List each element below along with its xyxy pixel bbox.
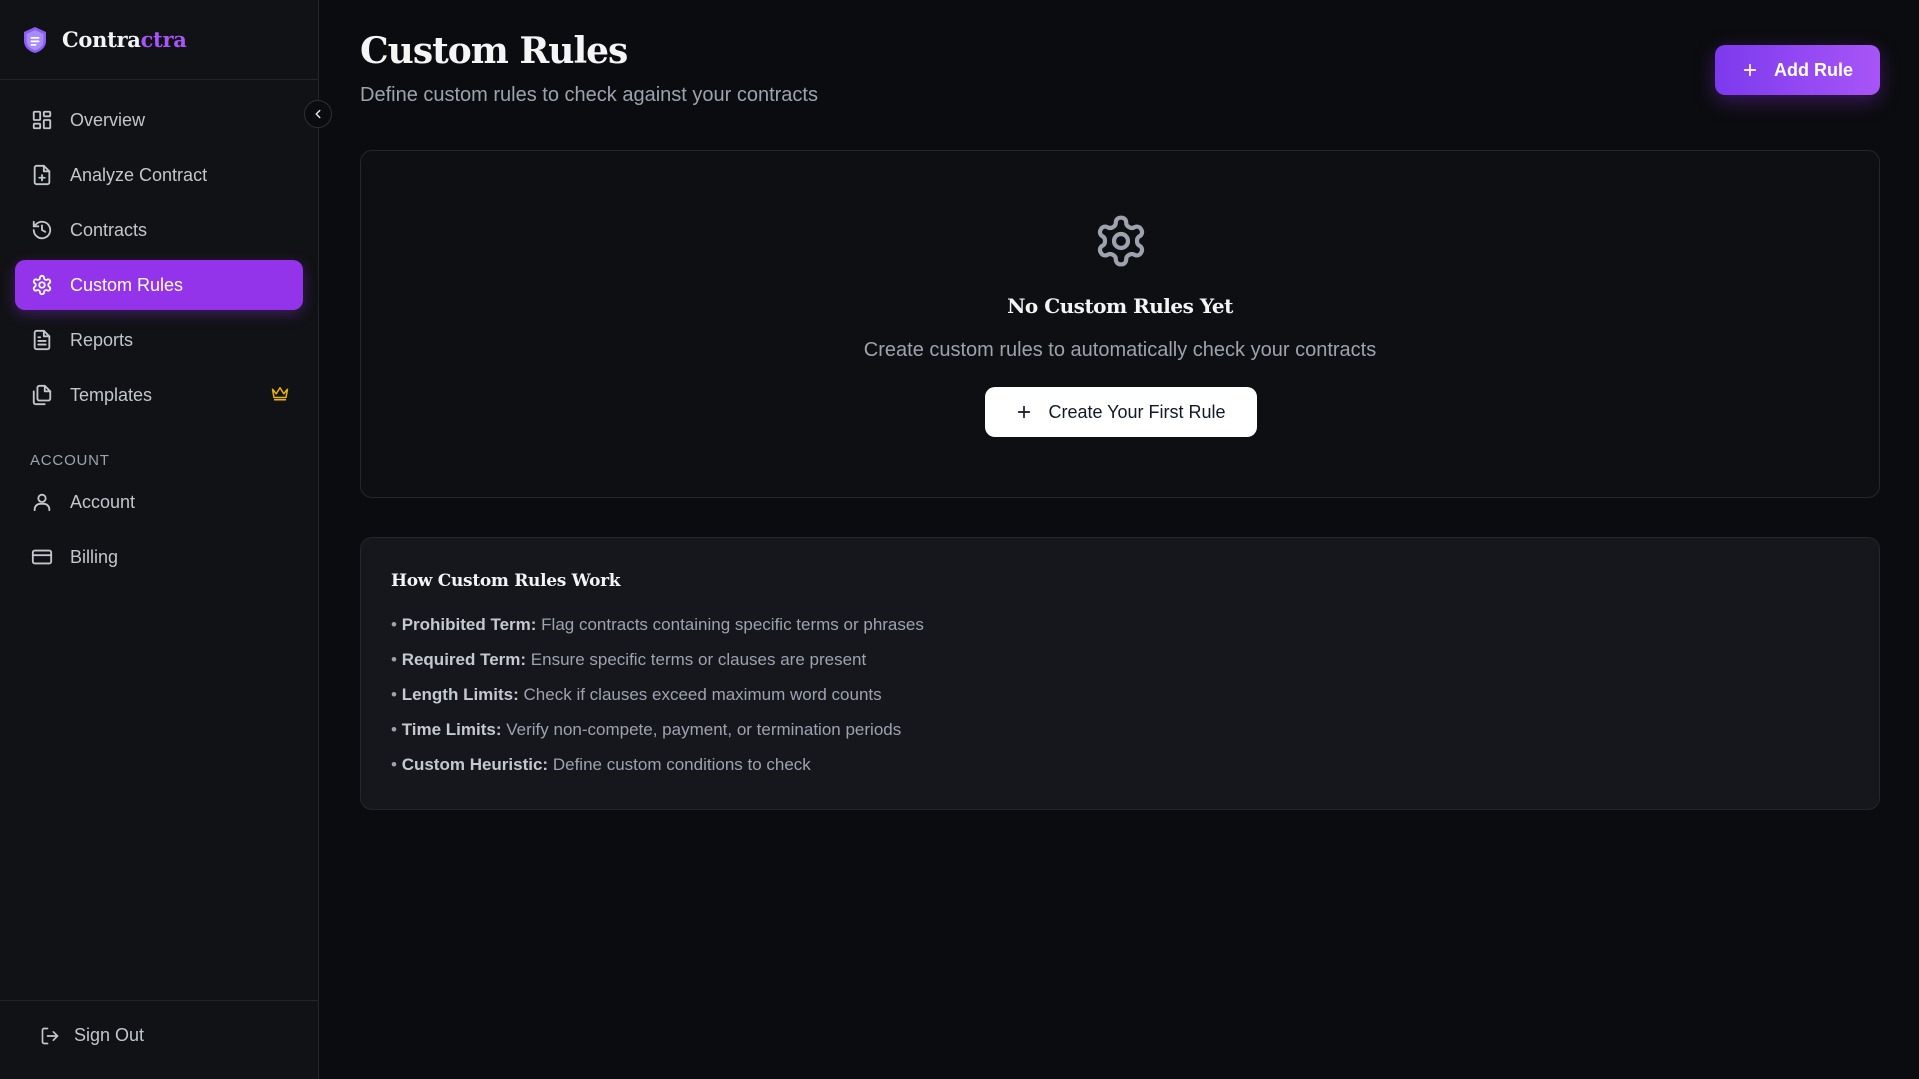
plus-icon — [1742, 62, 1758, 78]
file-plus-icon — [30, 163, 54, 187]
info-title: How Custom Rules Work — [391, 571, 621, 591]
rule-types-list: • Prohibited Term: Flag contracts contai… — [391, 614, 924, 789]
log-out-icon — [40, 1026, 60, 1046]
list-item: • Custom Heuristic: Define custom condit… — [391, 755, 811, 774]
sidebar-item-templates[interactable]: Templates — [15, 370, 303, 420]
sidebar-item-label: Custom Rules — [70, 274, 184, 295]
crown-icon — [271, 385, 289, 406]
sidebar-item-contracts[interactable]: Contracts — [15, 205, 303, 255]
how-rules-work-card: How Custom Rules Work • Prohibited Term:… — [360, 537, 1880, 810]
create-first-rule-button[interactable]: Create Your First Rule — [985, 387, 1257, 437]
rule-type-description: Ensure specific terms or clauses are pre… — [530, 650, 867, 669]
sidebar: Contractra Overview Analyze Contract Con… — [0, 0, 319, 1079]
empty-state-title: No Custom Rules Yet — [1007, 294, 1233, 318]
sidebar-item-label: Account — [70, 491, 136, 512]
rule-type-term: Prohibited Term: — [401, 615, 537, 634]
brand-name-main: Contra — [62, 27, 141, 52]
list-item: • Length Limits: Check if clauses exceed… — [391, 685, 882, 704]
list-item: • Required Term: Ensure specific terms o… — [391, 650, 867, 669]
create-first-rule-label: Create Your First Rule — [1048, 401, 1226, 422]
sidebar-nav: Overview Analyze Contract Contracts Cust… — [0, 80, 318, 420]
list-item: • Prohibited Term: Flag contracts contai… — [391, 615, 924, 634]
sidebar-item-account[interactable]: Account — [15, 477, 303, 527]
rule-type-term: Length Limits: — [401, 685, 519, 704]
rule-type-description: Verify non-compete, payment, or terminat… — [506, 720, 902, 739]
sidebar-item-label: Reports — [70, 329, 134, 350]
sidebar-item-label: Overview — [70, 109, 146, 130]
page-subtitle: Define custom rules to check against you… — [360, 84, 818, 106]
user-icon — [30, 490, 54, 514]
account-section-label: ACCOUNT — [30, 452, 110, 469]
list-item: • Time Limits: Verify non-compete, payme… — [391, 720, 902, 739]
sidebar-item-billing[interactable]: Billing — [15, 532, 303, 582]
sidebar-item-reports[interactable]: Reports — [15, 315, 303, 365]
sidebar-item-label: Analyze Contract — [70, 164, 208, 185]
account-nav: Account Billing — [0, 477, 318, 582]
page-title: Custom Rules — [360, 30, 628, 72]
rule-type-term: Custom Heuristic: — [401, 755, 549, 774]
chevron-left-icon — [311, 107, 325, 121]
gear-icon — [1093, 213, 1149, 274]
brand[interactable]: Contractra — [0, 0, 318, 80]
sign-out-label: Sign Out — [74, 1025, 145, 1045]
grid-icon — [30, 108, 54, 132]
add-rule-label: Add Rule — [1774, 59, 1853, 80]
sidebar-item-custom-rules[interactable]: Custom Rules — [15, 260, 303, 310]
sidebar-item-overview[interactable]: Overview — [15, 95, 303, 145]
gear-icon — [30, 273, 54, 297]
plus-icon — [1016, 404, 1032, 420]
sidebar-item-label: Contracts — [70, 219, 148, 240]
files-icon — [30, 383, 54, 407]
rule-type-term: Time Limits: — [401, 720, 502, 739]
sidebar-item-label: Templates — [70, 384, 153, 405]
file-text-icon — [30, 328, 54, 352]
sign-out-button[interactable]: Sign Out — [40, 1025, 144, 1046]
add-rule-button[interactable]: Add Rule — [1715, 45, 1880, 95]
empty-state-card: No Custom Rules Yet Create custom rules … — [360, 150, 1880, 498]
rule-type-description: Define custom conditions to check — [552, 755, 811, 774]
collapse-sidebar-button[interactable] — [304, 100, 332, 128]
rule-type-description: Check if clauses exceed maximum word cou… — [523, 685, 882, 704]
logo-icon — [22, 26, 48, 54]
rule-type-description: Flag contracts containing specific terms… — [541, 615, 924, 634]
credit-card-icon — [30, 545, 54, 569]
sidebar-item-analyze-contract[interactable]: Analyze Contract — [15, 150, 303, 200]
rule-type-term: Required Term: — [401, 650, 527, 669]
brand-name: Contractra — [62, 27, 187, 52]
sidebar-footer: Sign Out — [0, 1000, 319, 1079]
history-icon — [30, 218, 54, 242]
empty-state-description: Create custom rules to automatically che… — [863, 339, 1377, 361]
brand-name-accent: ctra — [140, 27, 187, 52]
sidebar-item-label: Billing — [70, 546, 119, 567]
